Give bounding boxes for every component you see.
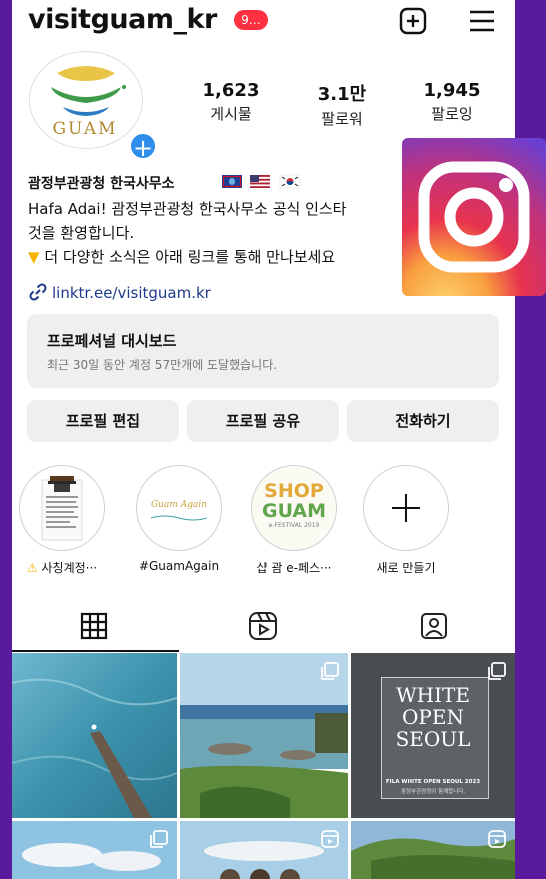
guam-text: GUAM xyxy=(261,500,327,522)
highlight-cover: SHOP GUAM e-FESTIVAL 2019 xyxy=(251,465,337,551)
plus-icon xyxy=(392,494,420,522)
professional-dashboard[interactable]: 프로페셔널 대시보드 최근 30일 동안 계정 57만개에 도달했습니다. xyxy=(27,314,499,388)
guam-again-text: Guam Again xyxy=(150,500,208,510)
avatar[interactable]: GUAM xyxy=(29,51,145,151)
notification-badge[interactable]: 9… xyxy=(234,10,268,30)
stat-followers[interactable]: 3.1만 팔로워 xyxy=(297,80,387,129)
pointing-down-icon: ▼ xyxy=(28,248,40,266)
stat-value: 1,945 xyxy=(423,80,481,101)
add-story-icon[interactable]: + xyxy=(128,131,158,162)
link-icon xyxy=(29,283,47,301)
stat-posts[interactable]: 1,623 게시물 xyxy=(186,80,276,124)
sea-pier-image xyxy=(12,653,177,818)
guam-flag-icon xyxy=(222,175,242,188)
seoul-text: SEOUL xyxy=(395,727,471,751)
profile-link-text: linktr.ee/visitguam.kr xyxy=(52,284,211,302)
highlight-cover xyxy=(19,465,105,551)
post-thumbnail[interactable] xyxy=(180,821,348,879)
post-thumbnail[interactable] xyxy=(12,821,177,879)
flags xyxy=(222,173,318,193)
festival-text: e-FESTIVAL 2019 xyxy=(268,522,320,529)
call-button[interactable]: 전화하기 xyxy=(347,400,499,442)
reel-icon xyxy=(321,830,339,848)
bio-line-3-text: 더 다양한 소식은 아래 링크를 통해 만나보세요 xyxy=(44,248,336,266)
active-tab-indicator xyxy=(12,650,179,652)
edit-profile-button[interactable]: 프로필 편집 xyxy=(27,400,179,442)
stat-label: 팔로워 xyxy=(321,110,363,128)
open-text: OPEN xyxy=(402,705,464,729)
share-profile-button[interactable]: 프로필 공유 xyxy=(187,400,339,442)
tagged-tab-icon[interactable] xyxy=(418,610,450,642)
korea-flag-icon xyxy=(279,174,301,189)
stat-label: 게시물 xyxy=(210,105,252,123)
multiple-posts-icon xyxy=(150,830,168,848)
multiple-posts-icon xyxy=(321,662,339,680)
instagram-logo xyxy=(402,138,546,296)
profile-link[interactable]: linktr.ee/visitguam.kr xyxy=(28,282,211,302)
highlight-label: 새로 만들기 xyxy=(376,561,436,575)
stat-following[interactable]: 1,945 팔로잉 xyxy=(407,80,497,124)
reel-icon xyxy=(488,830,506,848)
highlight-label: ⚠ 사칭계정··· xyxy=(12,559,112,576)
caption-text: FILA WHITE OPEN SEOUL 2023 xyxy=(385,779,481,785)
stat-label: 팔로잉 xyxy=(431,105,473,123)
multiple-posts-icon xyxy=(488,662,506,680)
highlight-item[interactable]: Guam Again #GuamAgain xyxy=(129,465,229,573)
dashboard-subtitle: 최근 30일 동안 계정 57만개에 도달했습니다. xyxy=(47,358,278,372)
menu-icon[interactable] xyxy=(467,6,497,36)
dashboard-title: 프로페셔널 대시보드 xyxy=(47,332,177,350)
highlight-label: #GuamAgain xyxy=(138,559,220,573)
profile-name: 괌정부관광청 한국사무소 xyxy=(28,176,175,192)
avatar-text: GUAM xyxy=(52,119,118,139)
bio-line-1: Hafa Adai! 괌정부관광청 한국사무소 공식 인스타 xyxy=(28,200,347,218)
stat-value: 3.1만 xyxy=(317,84,367,105)
phone-screen: visitguam_kr 9… GUAM + 1,623 게시물 3.1만 팔로… xyxy=(12,0,515,879)
highlight-label: 샵 괌 e-페스··· xyxy=(256,561,332,575)
plus-square-icon[interactable] xyxy=(398,6,428,36)
warning-icon: ⚠ xyxy=(26,561,38,575)
new-highlight[interactable]: 새로 만들기 xyxy=(356,465,456,576)
grid-tab-icon[interactable] xyxy=(78,610,110,642)
post-thumbnail[interactable] xyxy=(180,653,348,818)
usa-flag-icon xyxy=(250,175,270,188)
new-highlight-circle xyxy=(363,465,449,551)
wave-decoration-icon xyxy=(150,515,208,521)
post-thumbnail[interactable]: WHITE OPEN SEOUL FILA WHITE OPEN SEOUL 2… xyxy=(351,653,515,818)
highlight-cover: Guam Again xyxy=(136,465,222,551)
caption-text-2: 괌정부관광청이 함께합니다. xyxy=(400,789,466,795)
white-text: WHITE xyxy=(396,683,470,707)
highlight-label-text: 사칭계정··· xyxy=(41,561,98,575)
reels-tab-icon[interactable] xyxy=(247,610,279,642)
document-thumbnail-icon xyxy=(41,476,83,541)
highlight-item[interactable]: SHOP GUAM e-FESTIVAL 2019 샵 괌 e-페스··· xyxy=(244,465,344,576)
instagram-icon xyxy=(402,138,546,296)
post-thumbnail[interactable] xyxy=(351,821,515,879)
highlight-item[interactable]: ⚠ 사칭계정··· xyxy=(12,465,112,576)
post-thumbnail[interactable] xyxy=(12,653,177,818)
bio-line-3: ▼ 더 다양한 소식은 아래 링크를 통해 만나보세요 xyxy=(28,246,335,267)
username[interactable]: visitguam_kr xyxy=(28,4,217,35)
stat-value: 1,623 xyxy=(202,80,260,101)
shop-text: SHOP xyxy=(264,480,324,502)
bio-line-2: 것을 환영합니다. xyxy=(28,224,135,242)
